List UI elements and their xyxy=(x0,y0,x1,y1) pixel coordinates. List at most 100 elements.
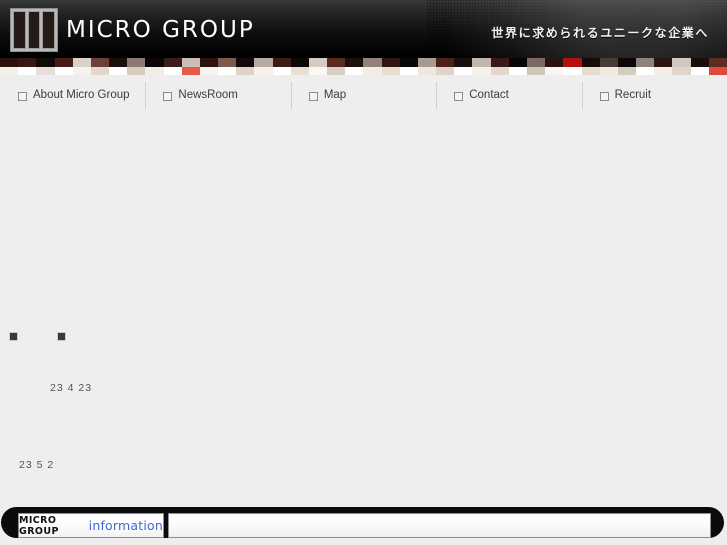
banner-pixel-bottom xyxy=(218,67,237,75)
main-content-area: 23 4 23 23 5 2 xyxy=(0,117,727,505)
banner-pixel-bottom xyxy=(563,67,582,75)
brand-title[interactable]: MICRO GROUP xyxy=(66,17,255,43)
banner-pixel-bottom xyxy=(18,67,37,75)
nav-item-contact[interactable]: Contact xyxy=(436,83,581,109)
banner-pixel-bottom xyxy=(526,67,546,75)
main-navigation: About Micro Group NewsRoom Map Contact R… xyxy=(0,75,727,117)
banner-pixel-bottom xyxy=(690,67,709,75)
banner-pixel-bottom xyxy=(672,67,691,75)
banner-image-strip xyxy=(0,58,727,75)
information-tab-brand: MICRO GROUP xyxy=(19,514,59,537)
banner-pixel-bottom xyxy=(472,67,491,75)
banner-pixel-top xyxy=(690,58,709,67)
logo-bar-2 xyxy=(27,11,41,49)
banner-pixel-top xyxy=(181,58,200,67)
banner-pixel-top xyxy=(272,58,291,67)
banner-pixel-bottom xyxy=(0,67,19,75)
banner-pixel-top xyxy=(436,58,455,67)
nav-item-label: Map xyxy=(323,89,347,102)
banner-pixel-top xyxy=(290,58,309,67)
banner-pixel-top xyxy=(617,58,637,67)
banner-pixel-top xyxy=(399,58,418,67)
banner-pixel-top xyxy=(18,58,37,67)
banner-pixel-bottom xyxy=(36,67,55,75)
banner-pixel-top xyxy=(72,58,91,67)
banner-pixel-bottom xyxy=(381,67,400,75)
banner-pixel-bottom xyxy=(617,67,637,75)
logo-bar-3 xyxy=(42,11,56,49)
banner-pixel-top xyxy=(127,58,146,67)
nav-item-label: NewsRoom xyxy=(178,89,238,102)
banner-pixel-top xyxy=(199,58,219,67)
banner-pixel-top xyxy=(508,58,527,67)
banner-pixel-top xyxy=(599,58,618,67)
nav-item-label: Contact xyxy=(469,89,509,102)
banner-pixel-top xyxy=(490,58,509,67)
banner-pixel-top xyxy=(563,58,582,67)
nav-item-recruit[interactable]: Recruit xyxy=(581,83,727,109)
banner-pixel-bottom xyxy=(508,67,527,75)
banner-pixel-bottom xyxy=(490,67,509,75)
banner-pixel-bottom xyxy=(327,67,346,75)
banner-pixel-top xyxy=(254,58,273,67)
banner-pixel-top xyxy=(345,58,364,67)
banner-pixel-bottom xyxy=(181,67,200,75)
banner-pixel-top xyxy=(363,58,382,67)
information-tab[interactable]: MICRO GROUP information xyxy=(18,513,164,538)
banner-pixel-bottom xyxy=(636,67,655,75)
banner-pixel-top xyxy=(545,58,564,67)
content-text-1: 23 4 23 xyxy=(50,382,93,394)
square-bullet-icon xyxy=(163,91,173,101)
nav-item-map[interactable]: Map xyxy=(290,83,436,109)
header-tagline: 世界に求められるユニークな企業へ xyxy=(491,26,709,40)
banner-pixel-bottom xyxy=(654,67,673,75)
banner-pixel-top xyxy=(109,58,128,67)
footer-bar: MICRO GROUP information xyxy=(0,504,727,541)
information-tab-word: information xyxy=(88,518,163,533)
nav-item-label: Recruit xyxy=(614,89,652,102)
square-bullet-icon xyxy=(18,91,27,101)
banner-pixel-bottom xyxy=(290,67,309,75)
banner-pixel-top xyxy=(526,58,546,67)
banner-pixel-top xyxy=(145,58,164,67)
banner-pixel-top xyxy=(163,58,182,67)
broken-image-marker-2[interactable] xyxy=(57,332,66,341)
broken-image-marker-1[interactable] xyxy=(9,332,18,341)
three-bars-logo-icon[interactable] xyxy=(10,8,58,52)
banner-pixel-bottom xyxy=(417,67,437,75)
banner-pixel-top xyxy=(36,58,55,67)
banner-pixel-bottom xyxy=(90,67,110,75)
square-bullet-icon xyxy=(599,91,609,101)
banner-pixel-top xyxy=(381,58,400,67)
banner-pixel-bottom xyxy=(72,67,91,75)
banner-pixel-bottom xyxy=(345,67,364,75)
banner-pixel-bottom xyxy=(399,67,418,75)
banner-pixel-top xyxy=(218,58,237,67)
site-header: MICRO GROUP 世界に求められるユニークな企業へ xyxy=(0,0,727,58)
banner-pixel-bottom xyxy=(145,67,164,75)
banner-pixel-top xyxy=(581,58,600,67)
banner-pixel-bottom xyxy=(254,67,273,75)
nav-item-label: About Micro Group xyxy=(33,89,130,102)
banner-pixel-top xyxy=(236,58,255,67)
nav-item-about-micro-group[interactable]: About Micro Group xyxy=(0,83,145,109)
banner-pixel-bottom xyxy=(236,67,255,75)
banner-pixel-top xyxy=(308,58,328,67)
banner-pixel-bottom xyxy=(199,67,219,75)
square-bullet-icon xyxy=(308,91,318,101)
banner-pixel-bottom xyxy=(109,67,128,75)
banner-pixel-top xyxy=(636,58,655,67)
banner-pixel-top xyxy=(454,58,473,67)
banner-pixel-bottom xyxy=(308,67,328,75)
banner-pixel-bottom xyxy=(163,67,182,75)
information-panel[interactable] xyxy=(168,513,711,538)
footer-pill: MICRO GROUP information xyxy=(1,507,724,538)
logo-bar-1 xyxy=(13,11,26,49)
banner-pixel-bottom xyxy=(272,67,291,75)
banner-pixel-top xyxy=(0,58,19,67)
nav-item-newsroom[interactable]: NewsRoom xyxy=(145,83,290,109)
banner-pixel-bottom xyxy=(436,67,455,75)
content-text-2: 23 5 2 xyxy=(19,459,55,471)
banner-pixel-top xyxy=(672,58,691,67)
banner-pixel-bottom xyxy=(708,67,727,75)
